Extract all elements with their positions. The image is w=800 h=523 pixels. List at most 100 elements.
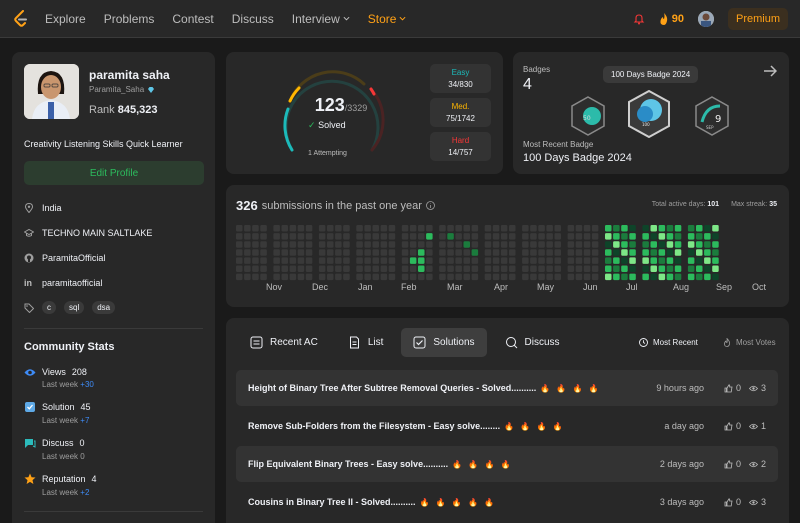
skill-tag[interactable]: sql [64,301,85,314]
heatmap-cell[interactable] [463,233,471,240]
heatmap-cell[interactable] [658,273,666,281]
heatmap-cell[interactable] [335,225,342,232]
heatmap-cell[interactable] [335,265,342,273]
heatmap-cell[interactable] [666,241,674,248]
heatmap-cell[interactable] [260,249,267,256]
tab-list[interactable]: List [336,328,396,357]
heatmap-cell[interactable] [439,225,446,232]
heatmap-cell[interactable] [538,233,545,240]
heatmap-cell[interactable] [335,249,342,256]
heatmap-cell[interactable] [500,257,508,264]
heatmap-cell[interactable] [642,265,649,273]
heatmap-cell[interactable] [613,257,620,264]
heatmap-cell[interactable] [591,233,599,240]
heatmap-cell[interactable] [380,233,388,240]
heatmap-cell[interactable] [650,233,658,240]
heatmap-cell[interactable] [260,233,267,240]
heatmap-cell[interactable] [273,225,280,232]
heatmap-cell[interactable] [583,233,591,240]
heatmap-cell[interactable] [372,241,380,248]
heatmap-cell[interactable] [305,233,313,240]
hard-stat[interactable]: Hard 14/757 [430,132,491,161]
heatmap-cell[interactable] [388,241,396,248]
heatmap-cell[interactable] [305,257,313,264]
heatmap-cell[interactable] [244,257,251,264]
heatmap-cell[interactable] [696,233,703,240]
heatmap-cell[interactable] [509,273,516,281]
easy-stat[interactable]: Easy 34/830 [430,64,491,93]
linkedin-row[interactable]: in paramitaofficial [24,276,203,289]
solution-title[interactable]: Height of Binary Tree After Subtree Remo… [248,383,656,393]
heatmap-cell[interactable] [380,225,388,232]
heatmap-cell[interactable] [583,249,591,256]
heatmap-cell[interactable] [388,249,396,256]
heatmap-cell[interactable] [712,233,719,240]
heatmap-cell[interactable] [492,265,500,273]
heatmap-cell[interactable] [364,241,371,248]
heatmap-cell[interactable] [650,265,658,273]
solution-likes[interactable]: 0 [724,421,741,431]
heatmap-cell[interactable] [426,273,433,281]
heatmap-cell[interactable] [567,233,575,240]
heatmap-cell[interactable] [621,225,628,232]
heatmap-cell[interactable] [591,225,599,232]
heatmap-cell[interactable] [318,249,326,256]
heatmap-cell[interactable] [605,225,612,232]
heatmap-cell[interactable] [583,273,591,281]
heatmap-cell[interactable] [281,257,289,264]
heatmap-cell[interactable] [447,241,454,248]
heatmap-cell[interactable] [696,273,703,281]
solution-likes[interactable]: 0 [724,459,741,469]
heatmap-cell[interactable] [554,241,562,248]
heatmap-cell[interactable] [260,273,267,281]
heatmap-cell[interactable] [538,265,545,273]
heatmap-cell[interactable] [273,265,280,273]
heatmap-cell[interactable] [704,233,711,240]
heatmap-cell[interactable] [492,257,500,264]
heatmap-cell[interactable] [500,249,508,256]
heatmap-cell[interactable] [492,249,500,256]
heatmap-cell[interactable] [621,249,628,256]
heatmap-cell[interactable] [484,273,492,281]
heatmap-cell[interactable] [289,249,297,256]
heatmap-cell[interactable] [455,257,462,264]
heatmap-cell[interactable] [327,265,334,273]
heatmap-cell[interactable] [447,233,454,240]
heatmap-cell[interactable] [658,233,666,240]
heatmap-cell[interactable] [343,249,350,256]
skill-tag[interactable]: c [42,301,56,314]
heatmap-cell[interactable] [401,249,409,256]
heatmap-cell[interactable] [343,273,350,281]
heatmap-cell[interactable] [471,225,479,232]
heatmap-cell[interactable] [621,233,628,240]
tab-recent-ac[interactable]: Recent AC [238,328,330,357]
heatmap-cell[interactable] [372,273,380,281]
heatmap-cell[interactable] [297,225,305,232]
heatmap-cell[interactable] [613,249,620,256]
heatmap-cell[interactable] [236,257,243,264]
heatmap-cell[interactable] [356,249,363,256]
heatmap-cell[interactable] [401,273,409,281]
heatmap-cell[interactable] [318,273,326,281]
heatmap-cell[interactable] [621,257,628,264]
heatmap-cell[interactable] [605,257,612,264]
heatmap-cell[interactable] [455,225,462,232]
heatmap-cell[interactable] [388,233,396,240]
heatmap-cell[interactable] [289,233,297,240]
heatmap-cell[interactable] [687,241,695,248]
heatmap-cell[interactable] [696,225,703,232]
heatmap-cell[interactable] [439,233,446,240]
heatmap-cell[interactable] [530,225,537,232]
info-icon[interactable] [426,201,435,210]
heatmap-cell[interactable] [538,241,545,248]
heatmap-cell[interactable] [567,273,575,281]
arrow-right-icon[interactable] [763,64,777,78]
heatmap-cell[interactable] [712,225,719,232]
heatmap-cell[interactable] [704,241,711,248]
heatmap-cell[interactable] [575,265,583,273]
heatmap-cell[interactable] [463,241,471,248]
heatmap-cell[interactable] [567,265,575,273]
heatmap-cell[interactable] [538,257,545,264]
heatmap-cell[interactable] [530,249,537,256]
heatmap-cell[interactable] [642,233,649,240]
